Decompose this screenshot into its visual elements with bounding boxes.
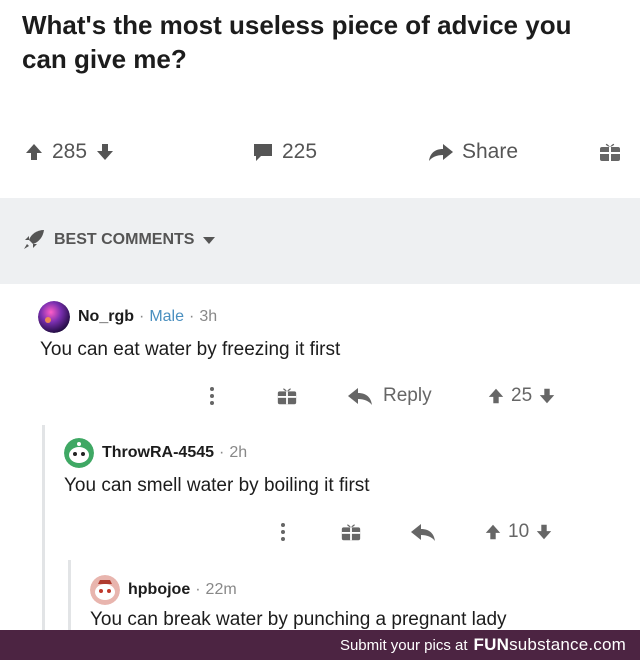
comment-body: You can break water by punching a pregna… bbox=[90, 609, 507, 630]
post-comment-count: 225 bbox=[282, 140, 318, 163]
comment-2-header: ThrowRA-4545 · 2h bbox=[64, 438, 247, 468]
comment-username[interactable]: ThrowRA-4545 bbox=[102, 444, 214, 462]
comment-age: 3h bbox=[199, 308, 218, 325]
award-icon[interactable] bbox=[598, 140, 622, 164]
post-vote-group: 285 bbox=[24, 140, 115, 164]
footer-text: Submit your pics at bbox=[339, 636, 468, 654]
upvote-icon[interactable] bbox=[484, 523, 502, 541]
brand-bold: FUN bbox=[473, 635, 510, 654]
sort-label: BEST COMMENTS bbox=[54, 231, 195, 248]
comment-icon bbox=[252, 141, 274, 163]
separator-dot: · bbox=[219, 444, 225, 461]
comment-username[interactable]: No_rgb bbox=[78, 308, 134, 326]
comments-button[interactable]: 225 bbox=[252, 140, 317, 164]
comment-age: 2h bbox=[229, 444, 248, 461]
comment-1-actions: Reply 25 bbox=[205, 383, 585, 409]
chevron-down-icon bbox=[202, 235, 216, 245]
user-flair: Male bbox=[149, 308, 185, 325]
comment-body: You can smell water by boiling it first bbox=[64, 475, 370, 496]
separator-dot: · bbox=[195, 581, 201, 598]
reply-button[interactable]: Reply bbox=[347, 385, 432, 407]
comment-3-header: hpbojoe · 22m bbox=[90, 575, 237, 605]
downvote-icon[interactable] bbox=[538, 387, 556, 405]
comment-username[interactable]: hpbojoe bbox=[128, 581, 190, 599]
avatar[interactable] bbox=[64, 438, 94, 468]
reply-label: Reply bbox=[383, 385, 432, 406]
comment-vote-group: 25 bbox=[487, 385, 556, 407]
share-button[interactable]: Share bbox=[428, 140, 518, 164]
upvote-icon[interactable] bbox=[487, 387, 505, 405]
comment-age: 22m bbox=[205, 581, 237, 598]
comment-2-meta: ThrowRA-4545 · 2h bbox=[102, 444, 247, 462]
thread-line[interactable] bbox=[68, 560, 71, 630]
share-icon bbox=[428, 142, 454, 162]
post-title: What's the most useless piece of advice … bbox=[22, 10, 572, 74]
downvote-icon[interactable] bbox=[535, 523, 553, 541]
comment-vote-count: 10 bbox=[508, 521, 530, 542]
upvote-icon[interactable] bbox=[24, 142, 44, 162]
footer-banner: Submit your pics at FUNsubstance.com bbox=[0, 630, 640, 660]
comment-3-meta: hpbojoe · 22m bbox=[128, 581, 237, 599]
thread-line[interactable] bbox=[42, 425, 45, 630]
award-icon[interactable] bbox=[276, 385, 298, 407]
share-label: Share bbox=[462, 140, 519, 163]
comment-body: You can eat water by freezing it first bbox=[40, 339, 341, 360]
downvote-icon[interactable] bbox=[95, 142, 115, 162]
more-options-icon[interactable] bbox=[276, 521, 290, 543]
avatar[interactable] bbox=[38, 301, 70, 333]
award-icon[interactable] bbox=[340, 521, 362, 543]
avatar[interactable] bbox=[90, 575, 120, 605]
comment-vote-count: 25 bbox=[511, 385, 533, 406]
comment-1-meta: No_rgb · Male · 3h bbox=[78, 308, 217, 326]
rocket-icon bbox=[22, 229, 46, 251]
site-logo[interactable]: FUNsubstance.com bbox=[474, 635, 626, 655]
reply-icon bbox=[347, 386, 373, 406]
reply-icon[interactable] bbox=[410, 522, 436, 542]
brand-rest: substance.com bbox=[509, 635, 626, 654]
comment-2-actions: 10 bbox=[276, 519, 596, 545]
separator-dot: · bbox=[139, 308, 145, 325]
separator-dot: · bbox=[189, 308, 195, 325]
post-vote-count: 285 bbox=[52, 140, 88, 163]
more-options-icon[interactable] bbox=[205, 385, 219, 407]
comment-1-header: No_rgb · Male · 3h bbox=[38, 301, 217, 333]
sort-dropdown[interactable]: BEST COMMENTS bbox=[22, 229, 216, 251]
comment-vote-group: 10 bbox=[484, 521, 553, 543]
